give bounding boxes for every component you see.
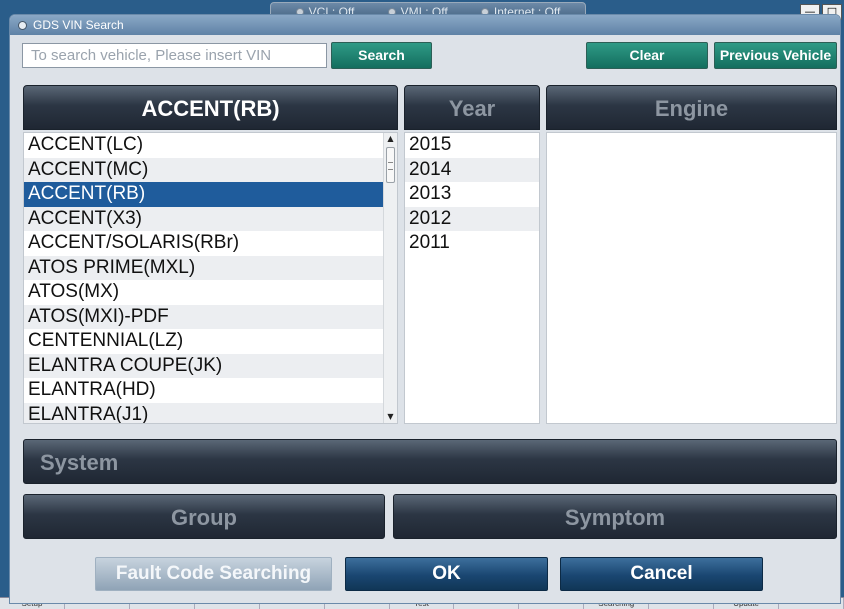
- system-selector[interactable]: System: [23, 439, 837, 484]
- year-list-rows: 2015 2014 2013 2012 2011: [405, 133, 539, 256]
- scroll-down-icon[interactable]: ▼: [384, 411, 397, 423]
- search-button[interactable]: Search: [331, 42, 432, 69]
- list-item[interactable]: ATOS PRIME(MXL): [24, 255, 397, 280]
- list-item[interactable]: ATOS(MX): [24, 280, 397, 305]
- list-item[interactable]: ACCENT(MC): [24, 157, 397, 182]
- list-item[interactable]: ACCENT(X3): [24, 206, 397, 231]
- cancel-button[interactable]: Cancel: [560, 557, 763, 591]
- list-item[interactable]: ACCENT/SOLARIS(RBr): [24, 231, 397, 256]
- list-item[interactable]: CENTENNIAL(LZ): [24, 329, 397, 354]
- fault-code-searching-button[interactable]: Fault Code Searching: [95, 557, 332, 591]
- model-list-scrollbar[interactable]: ▲ ▼: [383, 133, 397, 423]
- scroll-thumb[interactable]: [386, 147, 395, 183]
- engine-panel-header: Engine: [546, 85, 837, 130]
- list-item[interactable]: 2014: [405, 157, 539, 182]
- clear-button[interactable]: Clear: [586, 42, 708, 69]
- app-icon: [18, 20, 27, 30]
- vin-search-dialog: GDS VIN Search Search Clear Previous Veh…: [9, 14, 841, 604]
- list-item[interactable]: 2012: [405, 206, 539, 231]
- previous-vehicle-button[interactable]: Previous Vehicle: [714, 42, 837, 69]
- model-list[interactable]: ACCENT(LC) ACCENT(MC) ACCENT(RB) ACCENT(X3)…: [23, 132, 398, 424]
- list-item[interactable]: ELANTRA(J1): [24, 402, 397, 423]
- year-panel-header: Year: [404, 85, 540, 130]
- list-item[interactable]: 2015: [405, 133, 539, 158]
- ok-button[interactable]: OK: [345, 557, 548, 591]
- model-panel-header: ACCENT(RB): [23, 85, 398, 130]
- vin-search-input[interactable]: [22, 43, 327, 68]
- scroll-up-icon[interactable]: ▲: [384, 133, 397, 145]
- engine-list[interactable]: [546, 132, 837, 424]
- list-item[interactable]: ELANTRA(HD): [24, 378, 397, 403]
- group-selector[interactable]: Group: [23, 494, 385, 539]
- year-list[interactable]: 2015 2014 2013 2012 2011: [404, 132, 540, 424]
- list-item[interactable]: ACCENT(LC): [24, 133, 397, 158]
- model-list-rows: ACCENT(LC) ACCENT(MC) ACCENT(RB) ACCENT(X3)…: [24, 133, 397, 423]
- list-item[interactable]: ATOS(MXI)-PDF: [24, 304, 397, 329]
- list-item[interactable]: ELANTRA COUPE(JK): [24, 353, 397, 378]
- dialog-titlebar[interactable]: GDS VIN Search: [10, 15, 840, 35]
- list-item[interactable]: ACCENT(RB): [24, 182, 397, 207]
- list-item[interactable]: 2013: [405, 182, 539, 207]
- list-item[interactable]: 2011: [405, 231, 539, 256]
- dialog-title: GDS VIN Search: [33, 18, 124, 32]
- symptom-selector[interactable]: Symptom: [393, 494, 837, 539]
